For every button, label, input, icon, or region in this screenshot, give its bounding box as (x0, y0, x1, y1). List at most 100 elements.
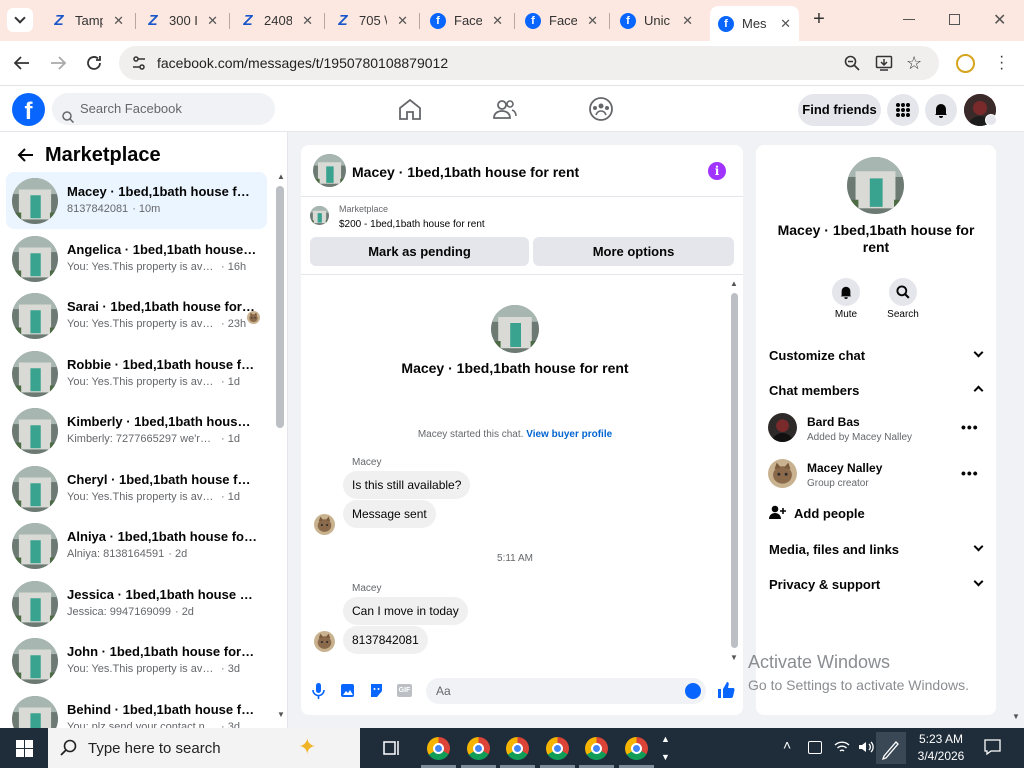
tab-search-button[interactable] (7, 8, 33, 32)
chevron-down-icon[interactable] (973, 347, 984, 358)
mute-button[interactable] (832, 278, 860, 306)
conversation-item[interactable]: Jessica · 1bed,1bath house for rent Jessi… (6, 575, 267, 632)
add-person-icon[interactable] (769, 505, 786, 519)
restore-button[interactable] (949, 14, 960, 25)
conversation-item[interactable]: Alniya · 1bed,1bath house for rent Alniya… (6, 517, 267, 574)
notifications-button[interactable] (925, 94, 957, 126)
browser-tab[interactable]: Z 300 I ✕ (137, 6, 226, 35)
bookmark-star-icon[interactable]: ☆ (906, 54, 924, 72)
microphone-icon[interactable] (312, 683, 325, 699)
conversation-item[interactable]: Angelica · 1bed,1bath house for rent You:… (6, 230, 267, 287)
chrome-taskbar-icon[interactable] (427, 737, 450, 760)
browser-tab[interactable]: f Face ✕ (422, 6, 511, 35)
message-bubble[interactable]: Is this still available? (343, 471, 471, 499)
home-icon[interactable] (396, 96, 424, 122)
windows-start-icon[interactable] (16, 740, 33, 757)
new-tab-button[interactable]: + (809, 9, 829, 29)
member-more-icon[interactable]: ••• (961, 419, 979, 435)
add-people-button[interactable]: Add people (794, 506, 865, 521)
account-chevron-icon[interactable] (985, 114, 997, 126)
list-scrollbar[interactable]: ▲ ▼ (275, 172, 285, 728)
info-icon[interactable]: i (708, 162, 726, 180)
tab-close-icon[interactable]: ✕ (207, 13, 218, 29)
tab-close-icon[interactable]: ✕ (682, 13, 693, 29)
facebook-logo[interactable]: f (12, 93, 45, 126)
member-avatar[interactable] (768, 459, 797, 488)
chrome-taskbar-icon[interactable] (467, 737, 490, 760)
tab-close-icon[interactable]: ✕ (397, 13, 408, 29)
browser-tab[interactable]: f Face ✕ (517, 6, 606, 35)
member-more-icon[interactable]: ••• (961, 465, 979, 481)
like-thumbs-up-icon[interactable] (717, 681, 735, 699)
minimize-button[interactable] (903, 19, 915, 20)
message-input[interactable]: Aa (426, 678, 706, 704)
chevron-down-icon[interactable] (973, 541, 984, 552)
groups-icon[interactable] (587, 96, 615, 122)
conversation-item[interactable]: Kimberly · 1bed,1bath house for rent Kimb… (6, 402, 267, 459)
message-bubble[interactable]: Can I move in today (343, 597, 468, 625)
tab-close-icon[interactable]: ✕ (780, 16, 791, 32)
tab-close-icon[interactable]: ✕ (587, 13, 598, 29)
facebook-search-input[interactable]: Search Facebook (52, 93, 275, 125)
site-info-icon[interactable] (131, 55, 147, 71)
taskbar-clock-time[interactable]: 5:23 AM (916, 732, 966, 746)
mark-as-pending-button[interactable]: Mark as pending (310, 237, 529, 266)
forward-icon[interactable] (49, 54, 67, 72)
sender-avatar[interactable] (314, 514, 335, 535)
address-bar[interactable]: facebook.com/messages/t/1950780108879012… (119, 46, 939, 80)
chevron-down-icon[interactable] (973, 576, 984, 587)
message-bubble[interactable]: Message sent (343, 500, 436, 528)
chat-avatar[interactable] (313, 154, 346, 187)
notification-center-icon[interactable] (984, 739, 1001, 756)
menu-grid-button[interactable] (887, 94, 919, 126)
friends-icon[interactable] (491, 96, 519, 122)
browser-tab[interactable]: Z Tamp ✕ (43, 6, 132, 35)
zoom-icon[interactable] (844, 55, 860, 71)
member-name[interactable]: Bard Bas (807, 415, 860, 429)
sender-avatar[interactable] (314, 631, 335, 652)
chrome-taskbar-icon[interactable] (506, 737, 529, 760)
page-scroll-arrow-icon[interactable]: ▼ (1012, 712, 1020, 721)
photo-icon[interactable] (340, 683, 355, 698)
chat-scrollbar[interactable]: ▲ ▼ (729, 279, 739, 663)
network-icon[interactable] (834, 740, 850, 754)
search-conversation-button[interactable] (889, 278, 917, 306)
task-view-icon[interactable] (383, 739, 401, 757)
meet-now-icon[interactable] (808, 741, 822, 754)
chevron-up-icon[interactable] (973, 385, 984, 396)
conversation-item[interactable]: Behind · 1bed,1bath house for rent You: p… (6, 690, 267, 728)
listing-title[interactable]: $200 - 1bed,1bath house for rent (339, 219, 485, 230)
conversation-item[interactable]: John · 1bed,1bath house for rent You: Yes… (6, 632, 267, 689)
chat-title[interactable]: Macey · 1bed,1bath house for rent (352, 164, 579, 180)
tab-close-icon[interactable]: ✕ (492, 13, 503, 29)
back-arrow-icon[interactable] (16, 147, 34, 163)
member-name[interactable]: Macey Nalley (807, 461, 882, 475)
browser-tab[interactable]: Z 2408 ✕ (232, 6, 321, 35)
chrome-taskbar-icon[interactable] (585, 737, 608, 760)
message-bubble[interactable]: 8137842081 (343, 626, 428, 654)
browser-tab[interactable]: f Mes ✕ (710, 6, 799, 41)
pen-icon[interactable] (876, 732, 906, 764)
install-app-icon[interactable] (875, 54, 893, 72)
listing-thumbnail[interactable] (310, 206, 329, 225)
close-window-button[interactable]: ✕ (993, 10, 1006, 30)
taskbar-scroll-icon[interactable]: ▲ ▼ (661, 730, 670, 766)
volume-icon[interactable] (858, 740, 874, 754)
chrome-taskbar-icon[interactable] (625, 737, 648, 760)
back-icon[interactable] (13, 54, 31, 72)
more-options-button[interactable]: More options (533, 237, 734, 266)
tray-expand-icon[interactable]: ˄ (783, 737, 791, 753)
taskbar-clock-date[interactable]: 3/4/2026 (913, 749, 969, 763)
tab-close-icon[interactable]: ✕ (113, 13, 124, 29)
browser-menu-icon[interactable]: · · · (999, 49, 1004, 77)
hero-avatar[interactable] (491, 305, 539, 353)
info-avatar[interactable] (847, 157, 904, 214)
profile-icon[interactable] (956, 54, 975, 73)
emoji-icon[interactable] (685, 683, 701, 699)
conversation-item[interactable]: Sarai · 1bed,1bath house for rent You: Ye… (6, 287, 267, 344)
browser-tab[interactable]: f Unic ✕ (612, 6, 701, 35)
conversation-item[interactable]: Macey · 1bed,1bath house for rent 8137842… (6, 172, 267, 229)
gif-icon[interactable]: GIF (397, 684, 412, 697)
conversation-item[interactable]: Cheryl · 1bed,1bath house for rent You: Y… (6, 460, 267, 517)
member-avatar[interactable] (768, 413, 797, 442)
